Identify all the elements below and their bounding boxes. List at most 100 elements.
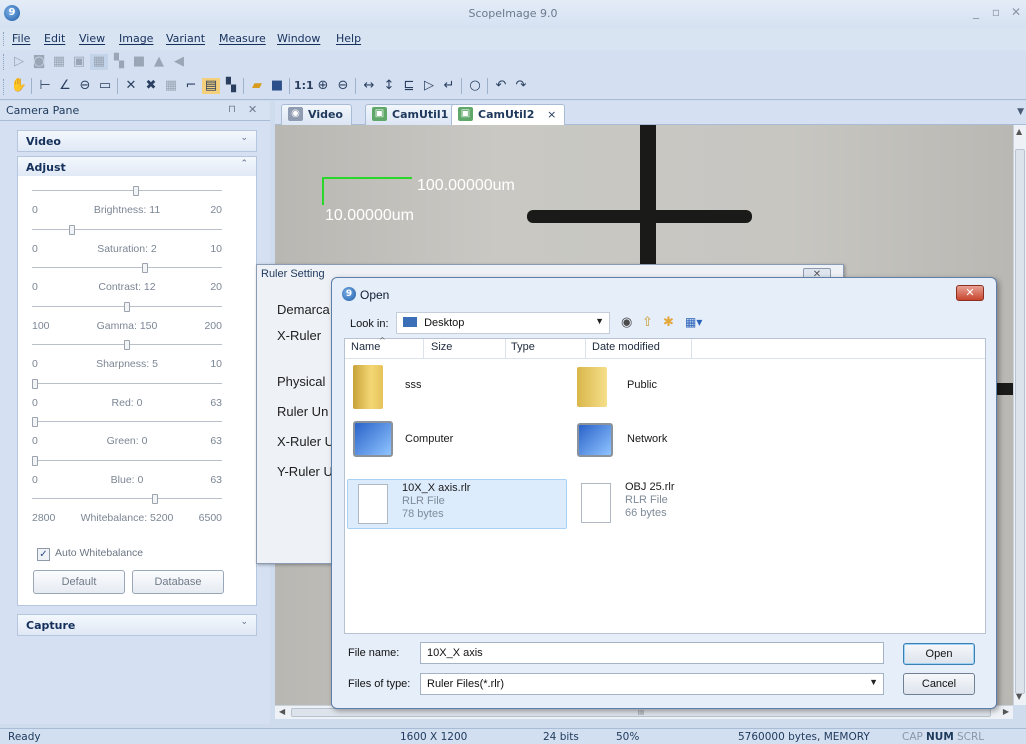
section-adjust[interactable]: Adjust ⌃ bbox=[17, 156, 257, 178]
delete-icon[interactable]: ✕ bbox=[122, 78, 140, 94]
ruler-icon[interactable]: ⌐ bbox=[182, 78, 200, 94]
slider-thumb[interactable] bbox=[32, 378, 38, 389]
actual-size-icon[interactable]: 1:1 bbox=[294, 78, 314, 94]
scroll-up-icon[interactable]: ▲ bbox=[1016, 127, 1022, 136]
menu-view[interactable]: View bbox=[79, 32, 105, 45]
restore-icon[interactable]: ▫ bbox=[986, 5, 1006, 21]
pane-close-icon[interactable]: ✕ bbox=[248, 103, 257, 116]
section-video[interactable]: Video ⌄ bbox=[17, 130, 257, 152]
list-item[interactable]: OBJ 25.rlr RLR File 66 bytes bbox=[581, 479, 781, 529]
column-type[interactable]: Type bbox=[511, 341, 535, 353]
auto-whitebalance-checkbox[interactable]: ✓ bbox=[37, 548, 50, 561]
column-separator[interactable] bbox=[691, 339, 692, 359]
slider-track[interactable] bbox=[32, 301, 222, 312]
chevron-down-icon[interactable]: ⌄ bbox=[240, 617, 248, 627]
monitor-icon[interactable]: ■ bbox=[130, 54, 148, 70]
tile-icon[interactable]: ▚ bbox=[110, 54, 128, 70]
arrow-right-icon[interactable]: ▷ bbox=[420, 78, 438, 94]
list-item[interactable]: Public bbox=[577, 363, 777, 413]
chevron-down-icon[interactable]: ⌄ bbox=[240, 133, 248, 143]
vertical-scrollbar[interactable]: ▲ ▼ bbox=[1013, 125, 1026, 705]
section-capture[interactable]: Capture ⌄ bbox=[17, 614, 257, 636]
table-icon[interactable]: ▦ bbox=[162, 78, 180, 94]
ruler-setting-icon[interactable]: ▤ bbox=[202, 78, 220, 94]
slider-thumb[interactable] bbox=[32, 455, 38, 466]
tab-video[interactable]: ◉ Video bbox=[281, 104, 352, 125]
crop-icon[interactable]: ⊑ bbox=[400, 78, 418, 94]
rectangle-icon[interactable]: ▭ bbox=[96, 78, 114, 94]
view-menu-icon[interactable]: ▦▾ bbox=[685, 315, 702, 329]
slider-track[interactable] bbox=[32, 340, 222, 350]
menu-file[interactable]: File bbox=[12, 32, 30, 45]
menu-edit[interactable]: Edit bbox=[44, 32, 65, 45]
column-separator[interactable] bbox=[423, 339, 424, 359]
close-icon[interactable]: ✕ bbox=[956, 285, 984, 301]
undo-icon[interactable]: ↶ bbox=[492, 78, 510, 94]
tab-camutil1[interactable]: ▣ CamUtil1 bbox=[365, 104, 458, 125]
flip-horizontal-icon[interactable]: ↔ bbox=[360, 78, 378, 94]
list-item[interactable]: Computer bbox=[353, 419, 553, 463]
enter-icon[interactable]: ↵ bbox=[440, 78, 458, 94]
menu-variant[interactable]: Variant bbox=[166, 32, 205, 45]
open-folder-icon[interactable]: ▰ bbox=[248, 78, 266, 94]
column-separator[interactable] bbox=[585, 339, 586, 359]
tab-close-icon[interactable]: × bbox=[547, 108, 556, 121]
database-button[interactable]: Database bbox=[132, 570, 224, 594]
line-measure-icon[interactable]: ⊢ bbox=[36, 78, 54, 94]
list-item[interactable]: 10X_X axis.rlr RLR File 78 bytes bbox=[347, 479, 567, 529]
toolbar-grip[interactable] bbox=[3, 32, 6, 46]
tab-camutil2[interactable]: ▣ CamUtil2 × bbox=[451, 104, 566, 125]
slider-track[interactable] bbox=[32, 224, 222, 235]
scroll-thumb[interactable]: III bbox=[291, 708, 991, 717]
play-icon[interactable]: ▷ bbox=[10, 54, 28, 70]
slider-thumb[interactable] bbox=[32, 417, 38, 427]
delete-all-icon[interactable]: ✖ bbox=[142, 78, 160, 94]
up-folder-icon[interactable]: ⇧ bbox=[642, 315, 653, 330]
capture-sequence-icon[interactable]: ▦ bbox=[50, 54, 68, 70]
audio-icon[interactable]: ◀ bbox=[170, 54, 188, 70]
slider-track[interactable] bbox=[32, 263, 222, 273]
slider-track[interactable] bbox=[32, 455, 222, 466]
close-icon[interactable]: ✕ bbox=[1006, 5, 1026, 21]
list-item[interactable]: sss bbox=[353, 363, 553, 413]
record-icon[interactable]: ▣ bbox=[70, 54, 88, 70]
new-folder-icon[interactable]: ✱ bbox=[663, 315, 674, 330]
back-icon[interactable]: ◉ bbox=[621, 315, 632, 330]
look-in-dropdown[interactable]: Desktop ▼ bbox=[396, 312, 610, 334]
scroll-left-icon[interactable]: ◀ bbox=[279, 707, 285, 716]
slider-thumb[interactable] bbox=[142, 263, 149, 273]
slider-track[interactable] bbox=[32, 417, 222, 427]
open-button[interactable]: Open bbox=[903, 643, 975, 665]
rotate-icon[interactable]: ○ bbox=[466, 78, 484, 94]
circle-icon[interactable]: ⊖ bbox=[76, 78, 94, 94]
angle-icon[interactable]: ∠ bbox=[56, 78, 74, 94]
slider-thumb[interactable] bbox=[133, 186, 140, 196]
slider-thumb[interactable] bbox=[124, 301, 130, 312]
pan-hand-icon[interactable]: ✋ bbox=[10, 78, 28, 94]
save-icon[interactable]: ■ bbox=[268, 78, 286, 94]
snapshot-icon[interactable]: ◙ bbox=[30, 54, 48, 70]
chevron-up-icon[interactable]: ⌃ bbox=[240, 159, 248, 169]
minimize-icon[interactable]: _ bbox=[966, 5, 986, 21]
flip-vertical-icon[interactable]: ↕ bbox=[380, 78, 398, 94]
file-name-input[interactable]: 10X_X axis bbox=[420, 642, 884, 664]
menu-measure[interactable]: Measure bbox=[219, 32, 266, 45]
menu-window[interactable]: Window bbox=[277, 32, 320, 45]
menu-image[interactable]: Image bbox=[119, 32, 153, 45]
scroll-thumb[interactable] bbox=[1015, 149, 1025, 694]
pin-icon[interactable]: ⊓ bbox=[228, 104, 236, 115]
slider-track[interactable] bbox=[32, 378, 222, 389]
scroll-right-icon[interactable]: ▶ bbox=[1003, 707, 1009, 716]
toolbar-grip[interactable] bbox=[3, 79, 6, 95]
column-name[interactable]: Name bbox=[351, 341, 380, 353]
slider-thumb[interactable] bbox=[124, 340, 130, 350]
slider-thumb[interactable] bbox=[151, 494, 158, 504]
cancel-button[interactable]: Cancel bbox=[903, 673, 975, 695]
list-item[interactable]: Network bbox=[577, 419, 777, 463]
redo-icon[interactable]: ↷ bbox=[512, 78, 530, 94]
file-list[interactable]: Name ^ Size Type Date modified sss Publi… bbox=[344, 336, 986, 634]
column-size[interactable]: Size bbox=[431, 341, 452, 353]
zoom-in-icon[interactable]: ⊕ bbox=[314, 78, 332, 94]
menu-help[interactable]: Help bbox=[336, 32, 361, 45]
scroll-down-icon[interactable]: ▼ bbox=[1016, 692, 1022, 701]
